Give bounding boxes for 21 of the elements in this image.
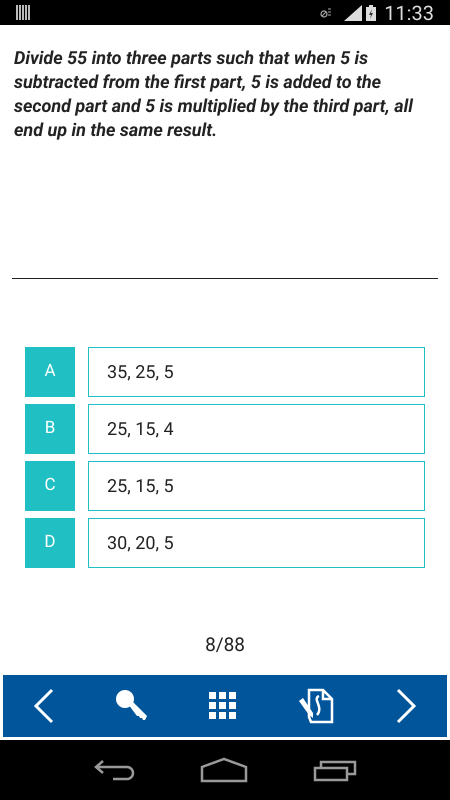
home-icon[interactable] [200, 757, 248, 783]
barcode-icon [16, 5, 30, 20]
grid-icon[interactable] [209, 692, 237, 720]
key-icon[interactable] [115, 689, 149, 723]
answer-option[interactable]: 25, 15, 4 [88, 404, 425, 454]
option-letter: C [25, 461, 75, 511]
option-letter: B [25, 404, 75, 454]
answer-option[interactable]: 35, 25, 5 [88, 347, 425, 397]
question-counter: 8/88 [205, 632, 245, 658]
question-text: Divide 55 into three parts such that when 5 is subtracted from the first part, 5 is added to the second part and 5 is multiplied by the third part, all end up in the same result. [13, 47, 414, 143]
option-letter: D [25, 518, 75, 568]
recent-apps-icon[interactable] [313, 758, 358, 782]
clock-time: 11:33 [384, 2, 434, 22]
signal-icon [344, 4, 362, 20]
answer-option[interactable]: 25, 15, 5 [88, 461, 425, 511]
option-letter: A [25, 347, 75, 397]
data-icon [320, 6, 332, 18]
answer-option[interactable]: 30, 20, 5 [88, 518, 425, 568]
back-icon[interactable] [92, 758, 135, 782]
edit-document-icon[interactable] [297, 687, 335, 725]
battery-icon [366, 4, 376, 20]
